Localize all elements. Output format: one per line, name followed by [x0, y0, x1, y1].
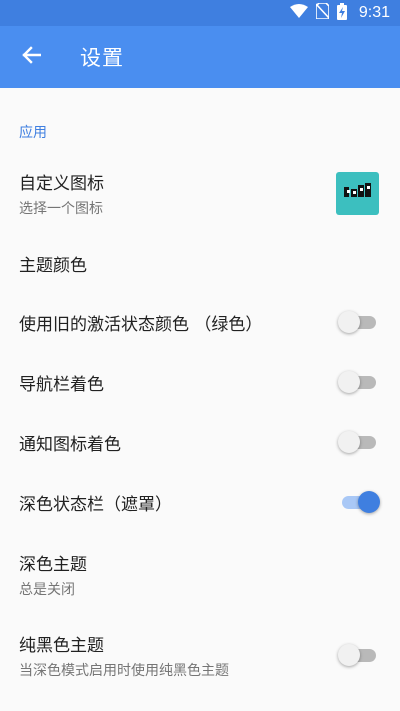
dark-theme-subtitle: 总是关闭 — [19, 581, 75, 598]
dark-status-bar-switch[interactable] — [340, 490, 380, 514]
nav-bar-tint-title: 导航栏着色 — [19, 374, 104, 395]
dark-status-bar-title: 深色状态栏（遮罩） — [19, 494, 172, 515]
setting-legacy-active-color[interactable]: 使用旧的激活状态颜色 （绿色） — [0, 297, 400, 347]
theme-color-title: 主题颜色 — [19, 255, 87, 276]
setting-theme-color[interactable]: 主题颜色 — [0, 238, 400, 288]
nav-bar-tint-switch[interactable] — [338, 370, 378, 394]
legacy-active-color-title: 使用旧的激活状态颜色 （绿色） — [19, 314, 263, 335]
notification-icon-tint-title: 通知图标着色 — [19, 434, 121, 455]
no-sim-icon — [315, 2, 330, 23]
setting-custom-icon[interactable]: 自定义图标 选择一个图标 — [0, 160, 400, 226]
app-logo-icon — [343, 181, 372, 205]
page-title: 设置 — [80, 46, 124, 70]
setting-dark-theme[interactable]: 深色主题 总是关闭 — [0, 543, 400, 605]
custom-icon-subtitle: 选择一个图标 — [19, 200, 103, 217]
status-time: 9:31 — [358, 4, 390, 21]
pure-black-theme-subtitle: 当深色模式启用时使用纯黑色主题 — [19, 662, 229, 679]
setting-dark-status-bar[interactable]: 深色状态栏（遮罩） — [0, 477, 400, 527]
dark-theme-title: 深色主题 — [19, 554, 87, 575]
wifi-icon — [289, 4, 308, 22]
arrow-back-icon — [21, 45, 42, 69]
app-bar: 设置 — [0, 26, 400, 88]
setting-notification-icon-tint[interactable]: 通知图标着色 — [0, 417, 400, 467]
notification-icon-tint-switch[interactable] — [338, 430, 378, 454]
pure-black-theme-switch[interactable] — [338, 643, 378, 667]
legacy-active-color-switch[interactable] — [338, 310, 378, 334]
app-icon-preview — [336, 171, 379, 215]
setting-pure-black-theme[interactable]: 纯黑色主题 当深色模式启用时使用纯黑色主题 — [0, 624, 400, 686]
custom-icon-title: 自定义图标 — [19, 173, 104, 194]
pure-black-theme-title: 纯黑色主题 — [19, 635, 104, 656]
back-button[interactable] — [0, 26, 62, 88]
setting-nav-bar-tint[interactable]: 导航栏着色 — [0, 357, 400, 407]
battery-charging-icon — [336, 2, 347, 24]
status-bar: 9:31 — [0, 0, 400, 26]
